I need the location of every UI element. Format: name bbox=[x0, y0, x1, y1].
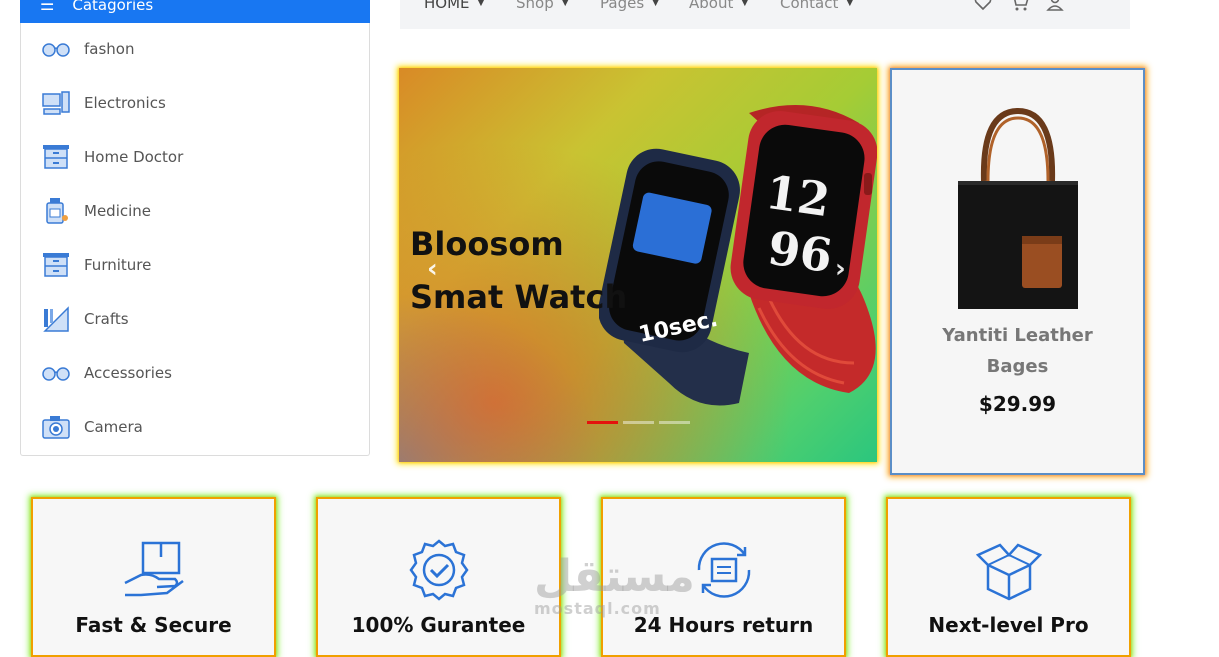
category-label: Medicine bbox=[84, 202, 152, 220]
category-item-medicine[interactable]: Medicine bbox=[40, 196, 151, 226]
return-box-icon bbox=[697, 542, 750, 598]
hero-title-line1: Bloosom bbox=[410, 225, 564, 263]
medicine-bottle-icon bbox=[40, 196, 72, 226]
watermark: مستقل mostaql.com bbox=[534, 551, 695, 619]
hero-title-line2: Smat Watch bbox=[410, 278, 628, 316]
nav-label: Pages bbox=[600, 0, 645, 12]
caret-down-icon: ▼ bbox=[741, 0, 749, 8]
hero-indicator-2[interactable] bbox=[623, 421, 654, 424]
ruler-pencil-icon bbox=[40, 304, 72, 334]
nav-shop[interactable]: Shop ▼ bbox=[516, 0, 569, 12]
nav-contact[interactable]: Contact ▼ bbox=[780, 0, 853, 12]
caret-down-icon: ▼ bbox=[846, 0, 854, 8]
category-item-accessories[interactable]: Accessories bbox=[40, 358, 172, 388]
category-item-crafts[interactable]: Crafts bbox=[40, 304, 129, 334]
category-label: Furniture bbox=[84, 256, 152, 274]
navbar: HOME ▼ Shop ▼ Pages ▼ About ▼ Contact ▼ bbox=[400, 0, 1130, 29]
hero-next-arrow[interactable]: › bbox=[835, 254, 846, 284]
svg-text:12: 12 bbox=[762, 165, 833, 227]
feature-next-level-pro: Next-level Pro bbox=[886, 497, 1131, 657]
badge-check-icon bbox=[408, 539, 469, 601]
caret-down-icon: ▼ bbox=[477, 0, 485, 8]
drawer-icon bbox=[40, 250, 72, 280]
nav-pages[interactable]: Pages ▼ bbox=[600, 0, 659, 12]
category-item-home-doctor[interactable]: Home Doctor bbox=[40, 142, 183, 172]
caret-down-icon: ▼ bbox=[561, 0, 569, 8]
category-label: Crafts bbox=[84, 310, 129, 328]
nav-label: Contact bbox=[780, 0, 839, 12]
product-name[interactable]: Yantiti Leather Bages bbox=[892, 320, 1143, 382]
feature-label: Fast & Secure bbox=[75, 613, 232, 637]
category-item-electronics[interactable]: Electronics bbox=[40, 88, 166, 118]
product-card[interactable]: Yantiti Leather Bages $29.99 bbox=[890, 68, 1145, 475]
categories-header[interactable]: ☰ Catagories bbox=[20, 0, 370, 23]
nav-label: About bbox=[689, 0, 734, 12]
hero-indicator-3[interactable] bbox=[659, 421, 690, 424]
nav-label: HOME bbox=[424, 0, 470, 12]
category-item-furniture[interactable]: Furniture bbox=[40, 250, 151, 280]
svg-text:96: 96 bbox=[765, 221, 836, 283]
hero-prev-arrow[interactable]: ‹ bbox=[427, 254, 438, 284]
heart-icon[interactable] bbox=[973, 0, 993, 12]
category-label: Accessories bbox=[84, 364, 172, 382]
cabinet-icon bbox=[40, 142, 72, 172]
computer-icon bbox=[40, 88, 72, 118]
cart-icon[interactable] bbox=[1010, 0, 1030, 12]
feature-label: Next-level Pro bbox=[928, 613, 1089, 637]
feature-label: 100% Gurantee bbox=[351, 613, 526, 637]
hero-indicator-1[interactable] bbox=[587, 421, 618, 424]
category-label: Camera bbox=[84, 418, 143, 436]
feature-fast-secure: Fast & Secure bbox=[31, 497, 276, 657]
nav-about[interactable]: About ▼ bbox=[689, 0, 748, 12]
category-label: Home Doctor bbox=[84, 148, 184, 166]
category-item-camera[interactable]: Camera bbox=[40, 412, 143, 442]
glasses-icon bbox=[40, 358, 72, 388]
product-price: $29.99 bbox=[978, 392, 1057, 416]
category-item-fashon[interactable]: fashon bbox=[40, 34, 134, 64]
nav-label: Shop bbox=[516, 0, 554, 12]
caret-down-icon: ▼ bbox=[652, 0, 660, 8]
categories-title: Catagories bbox=[72, 0, 154, 14]
open-box-icon bbox=[975, 543, 1042, 601]
category-label: Electronics bbox=[84, 94, 166, 112]
category-label: fashon bbox=[84, 40, 135, 58]
user-icon[interactable] bbox=[1045, 0, 1065, 12]
watermark-arabic: مستقل bbox=[534, 551, 695, 602]
camera-icon bbox=[40, 412, 72, 442]
box-hand-icon bbox=[123, 541, 184, 597]
menu-icon: ☰ bbox=[40, 0, 55, 14]
feature-guarantee: 100% Gurantee bbox=[316, 497, 561, 657]
glasses-icon bbox=[40, 34, 72, 64]
leather-bag-image bbox=[958, 107, 1078, 309]
nav-home[interactable]: HOME ▼ bbox=[424, 0, 484, 12]
hero-title: Bloosom Smat Watch bbox=[410, 218, 627, 324]
hero-slider[interactable]: 10sec. 12 96 Bloosom Smat Watch ‹ › bbox=[399, 68, 877, 462]
